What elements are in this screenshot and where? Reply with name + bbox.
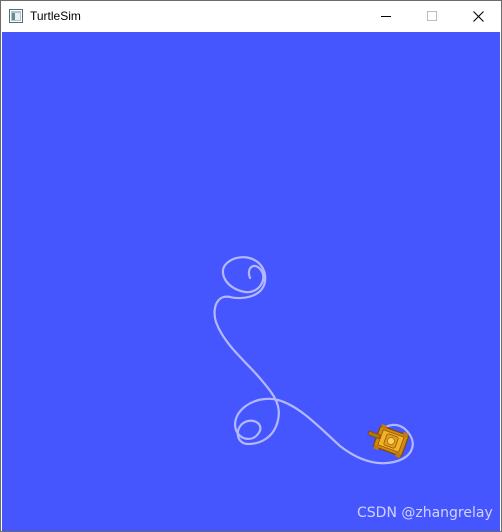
window-title: TurtleSim [30,9,81,23]
watermark-text: CSDN @zhangrelay [357,505,493,521]
minimize-icon [381,16,391,17]
app-window-icon [9,9,23,23]
turtle-canvas: CSDN @zhangrelay [2,32,500,531]
title-bar[interactable]: TurtleSim [1,1,501,31]
maximize-button[interactable] [409,1,455,31]
close-button[interactable] [455,1,501,31]
maximize-icon [427,11,437,21]
close-icon [472,10,484,22]
turtle-drawing [213,256,414,465]
minimize-button[interactable] [363,1,409,31]
turtlesim-window: TurtleSim CSDN @zhangrelay [0,0,502,532]
